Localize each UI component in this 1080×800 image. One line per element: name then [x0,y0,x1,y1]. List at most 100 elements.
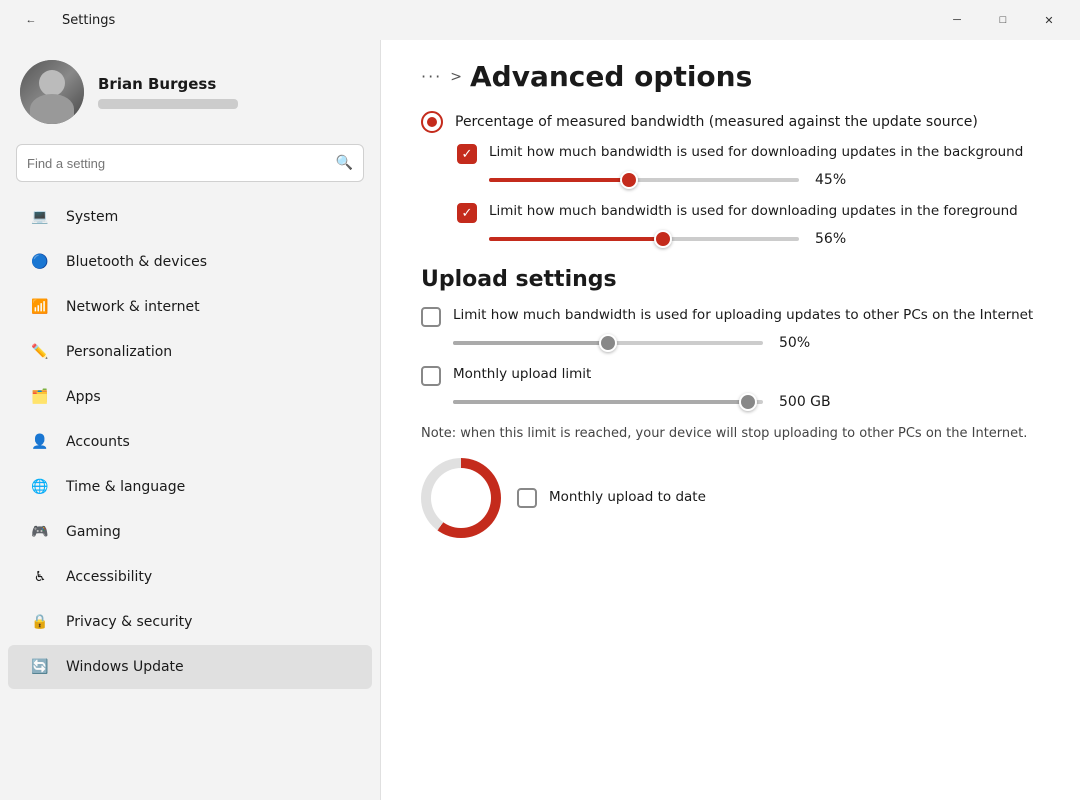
background-slider-row: 45% [489,172,1040,188]
upload-slider-row: 50% [453,335,1040,351]
background-checkbox[interactable]: ✓ [457,144,477,164]
app-title: Settings [62,13,115,28]
sidebar-item-personalization[interactable]: ✏️ Personalization [8,330,372,374]
foreground-slider-thumb[interactable] [654,230,672,248]
accessibility-label: Accessibility [66,569,152,585]
windows-update-icon: 🔄 [28,655,52,679]
close-button[interactable]: ✕ [1026,4,1072,36]
background-slider-thumb[interactable] [620,171,638,189]
note-text: Note: when this limit is reached, your d… [421,424,1040,444]
nav-list: 💻 System 🔵 Bluetooth & devices 📶 Network & in… [0,194,380,690]
sidebar-item-accessibility[interactable]: ♿ Accessibility [8,555,372,599]
apps-icon: 🗂️ [28,385,52,409]
radio-button[interactable] [421,111,443,133]
minimize-button[interactable]: ─ [934,4,980,36]
sidebar-item-gaming[interactable]: 🎮 Gaming [8,510,372,554]
upload-slider-thumb[interactable] [599,334,617,352]
network-label: Network & internet [66,299,200,315]
background-bandwidth-section: ✓ Limit how much bandwidth is used for d… [457,143,1040,247]
user-email [98,99,238,109]
upload-checkbox[interactable]: ✓ [421,307,441,327]
user-name: Brian Burgess [98,75,238,93]
circle-inner [431,468,491,528]
upload-slider-fill [453,341,608,345]
monthly-upload-checkbox-row: ✓ Monthly upload to date [517,487,706,508]
sidebar-item-accounts[interactable]: 👤 Accounts [8,420,372,464]
background-checkbox-row: ✓ Limit how much bandwidth is used for d… [457,143,1040,164]
monthly-upload-label: Monthly upload to date [549,488,706,507]
sidebar-item-windows-update[interactable]: 🔄 Windows Update [8,645,372,689]
sidebar-item-bluetooth[interactable]: 🔵 Bluetooth & devices [8,240,372,284]
monthly-limit-slider-fill [453,400,748,404]
foreground-slider[interactable] [489,237,799,241]
radio-label: Percentage of measured bandwidth (measur… [455,114,978,130]
content-area: ··· > Advanced options Percentage of mea… [380,40,1080,800]
titlebar-left: ← Settings [8,4,115,36]
system-label: System [66,209,118,225]
page-title: Advanced options [470,60,752,93]
monthly-limit-slider-thumb[interactable] [739,393,757,411]
bluetooth-icon: 🔵 [28,250,52,274]
foreground-label: Limit how much bandwidth is used for dow… [489,202,1018,221]
sidebar-item-network[interactable]: 📶 Network & internet [8,285,372,329]
monthly-limit-slider-row: 500 GB [453,394,1040,410]
background-label: Limit how much bandwidth is used for dow… [489,143,1023,162]
sidebar-item-time[interactable]: 🌐 Time & language [8,465,372,509]
app-body: Brian Burgess 🔍 💻 System 🔵 Bluetooth & devi… [0,40,1080,800]
sidebar-item-system[interactable]: 💻 System [8,195,372,239]
titlebar: ← Settings ─ □ ✕ [0,0,1080,40]
monthly-limit-label: Monthly upload limit [453,365,591,384]
foreground-checkbox[interactable]: ✓ [457,203,477,223]
monthly-limit-value: 500 GB [779,394,831,410]
window-controls: ─ □ ✕ [934,4,1072,36]
monthly-upload-row: ✓ Monthly upload to date [421,458,1040,538]
windows-update-label: Windows Update [66,659,184,675]
upload-section-title: Upload settings [421,267,1040,292]
upload-slider-value: 50% [779,335,829,351]
time-icon: 🌐 [28,475,52,499]
foreground-slider-fill [489,237,663,241]
apps-label: Apps [66,389,101,405]
sidebar-item-privacy[interactable]: 🔒 Privacy & security [8,600,372,644]
privacy-icon: 🔒 [28,610,52,634]
accounts-icon: 👤 [28,430,52,454]
time-label: Time & language [66,479,185,495]
sidebar: Brian Burgess 🔍 💻 System 🔵 Bluetooth & devi… [0,40,380,800]
background-slider-value: 45% [815,172,865,188]
user-info: Brian Burgess [98,75,238,109]
maximize-button[interactable]: □ [980,4,1026,36]
back-button[interactable]: ← [8,4,54,36]
sidebar-item-apps[interactable]: 🗂️ Apps [8,375,372,419]
personalization-icon: ✏️ [28,340,52,364]
upload-checkbox-row: ✓ Limit how much bandwidth is used for u… [421,306,1040,327]
search-box[interactable]: 🔍 [16,144,364,182]
breadcrumb: ··· > Advanced options [421,60,1040,93]
monthly-upload-checkbox[interactable]: ✓ [517,488,537,508]
breadcrumb-separator: > [450,69,462,85]
radio-option[interactable]: Percentage of measured bandwidth (measur… [421,111,1040,133]
network-icon: 📶 [28,295,52,319]
bluetooth-label: Bluetooth & devices [66,254,207,270]
gaming-label: Gaming [66,524,121,540]
avatar[interactable] [20,60,84,124]
avatar-image [20,60,84,124]
user-section: Brian Burgess [0,40,380,140]
upload-slider[interactable] [453,341,763,345]
privacy-label: Privacy & security [66,614,192,630]
background-slider[interactable] [489,178,799,182]
search-icon: 🔍 [336,155,353,171]
gaming-icon: 🎮 [28,520,52,544]
monthly-limit-checkbox-row: ✓ Monthly upload limit [421,365,1040,386]
monthly-limit-checkbox[interactable]: ✓ [421,366,441,386]
search-input[interactable] [27,156,328,171]
circle-indicator [421,458,501,538]
upload-label: Limit how much bandwidth is used for upl… [453,306,1033,325]
foreground-slider-value: 56% [815,231,865,247]
accounts-label: Accounts [66,434,130,450]
monthly-limit-slider[interactable] [453,400,763,404]
personalization-label: Personalization [66,344,172,360]
accessibility-icon: ♿ [28,565,52,589]
background-slider-fill [489,178,629,182]
breadcrumb-dots: ··· [421,67,442,86]
system-icon: 💻 [28,205,52,229]
